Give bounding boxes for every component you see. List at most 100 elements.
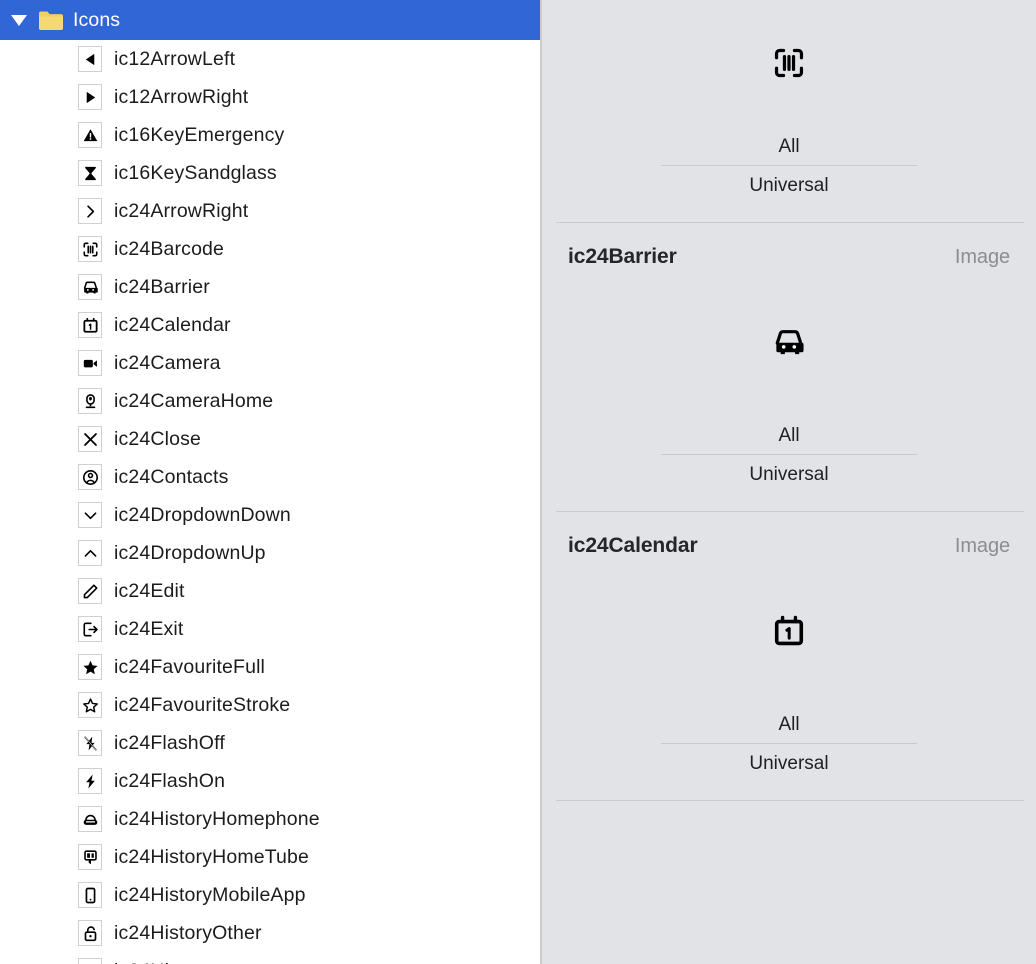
asset-row-label: ic24DropdownDown bbox=[114, 503, 291, 526]
asset-row[interactable]: ic24HistoryMobileApp bbox=[0, 876, 540, 914]
slot-scale-label: All bbox=[778, 425, 800, 446]
asset-row-label: ic24FlashOff bbox=[114, 731, 225, 754]
close-x-icon bbox=[78, 426, 102, 452]
asset-row[interactable]: ic16KeyEmergency bbox=[0, 116, 540, 154]
detail-section[interactable]: ic24Calendar Image All Universal bbox=[542, 512, 1036, 801]
arrow-right-filled-icon bbox=[78, 84, 102, 110]
asset-row[interactable]: ic24Camera bbox=[0, 344, 540, 382]
car-front-icon bbox=[78, 274, 102, 300]
calendar-icon bbox=[78, 312, 102, 338]
asset-row[interactable]: ic24FlashOn bbox=[0, 762, 540, 800]
slot-idiom-label: Universal bbox=[749, 753, 829, 774]
asset-preview-stage[interactable] bbox=[542, 269, 1036, 419]
asset-tree-pane: Icons ic12ArrowLeft ic12ArrowRight ic16Key… bbox=[0, 0, 540, 964]
asset-row[interactable]: ic24DropdownUp bbox=[0, 534, 540, 572]
slot-divider bbox=[661, 165, 917, 166]
asset-row[interactable]: ic24Close bbox=[0, 420, 540, 458]
flash-on-icon bbox=[78, 768, 102, 794]
detail-section-title: ic24Barrier bbox=[568, 245, 677, 268]
folder-icon bbox=[38, 9, 64, 31]
asset-row-label: ic24Edit bbox=[114, 579, 185, 602]
detail-section-kind: Image bbox=[954, 246, 1010, 268]
asset-row[interactable]: ic24Hi bbox=[0, 952, 540, 964]
slot-idiom-label: Universal bbox=[749, 464, 829, 485]
tree-group-icons[interactable]: Icons bbox=[0, 0, 540, 40]
star-filled-icon bbox=[78, 654, 102, 680]
asset-row[interactable]: ic24HistoryHomephone bbox=[0, 800, 540, 838]
asset-row[interactable]: ic24FavouriteFull bbox=[0, 648, 540, 686]
asset-row[interactable]: ic24FavouriteStroke bbox=[0, 686, 540, 724]
calendar-icon bbox=[772, 614, 806, 653]
asset-slot-labels: All Universal bbox=[542, 419, 1036, 498]
triangle-down-icon[interactable] bbox=[8, 9, 30, 31]
detail-section[interactable]: ic24Barrier Image All Universal bbox=[542, 223, 1036, 512]
detail-section-kind: Image bbox=[954, 535, 1010, 557]
asset-row-label: ic24Barcode bbox=[114, 237, 225, 260]
asset-row-label: ic24Contacts bbox=[114, 465, 229, 488]
asset-row-label: ic24Camera bbox=[114, 351, 221, 374]
asset-row[interactable]: ic12ArrowRight bbox=[0, 78, 540, 116]
asset-row-label: ic12ArrowLeft bbox=[114, 47, 236, 70]
asset-row[interactable]: ic24Calendar bbox=[0, 306, 540, 344]
asset-row-label: ic24FavouriteStroke bbox=[114, 693, 291, 716]
asset-row-label: ic24Close bbox=[114, 427, 201, 450]
asset-row[interactable]: ic12ArrowLeft bbox=[0, 40, 540, 78]
home-camera-icon bbox=[78, 388, 102, 414]
asset-row[interactable]: ic24Edit bbox=[0, 572, 540, 610]
slot-divider bbox=[661, 454, 917, 455]
pencil-icon bbox=[78, 578, 102, 604]
flash-off-icon bbox=[78, 730, 102, 756]
warning-triangle-icon bbox=[78, 122, 102, 148]
arrow-left-filled-icon bbox=[78, 46, 102, 72]
detail-section-title: ic24Calendar bbox=[568, 534, 698, 557]
asset-row-label: ic24FlashOn bbox=[114, 769, 226, 792]
asset-detail-pane[interactable]: All Universal ic24Barrier Image All Universal… bbox=[542, 0, 1036, 964]
asset-row[interactable]: ic24HistoryHomeTube bbox=[0, 838, 540, 876]
car-front-icon bbox=[772, 325, 806, 364]
chevron-right-icon bbox=[78, 198, 102, 224]
slot-scale-label: All bbox=[778, 714, 800, 735]
slot-idiom-label: Universal bbox=[749, 175, 829, 196]
asset-row[interactable]: ic24DropdownDown bbox=[0, 496, 540, 534]
exit-door-icon bbox=[78, 616, 102, 642]
asset-row-list[interactable]: ic12ArrowLeft ic12ArrowRight ic16KeyEmerge… bbox=[0, 40, 540, 964]
hourglass-icon bbox=[78, 160, 102, 186]
asset-row-label: ic16KeySandglass bbox=[114, 161, 277, 184]
asset-row[interactable]: ic24Exit bbox=[0, 610, 540, 648]
asset-row-label: ic24Barrier bbox=[114, 275, 210, 298]
contacts-circle-icon bbox=[78, 464, 102, 490]
asset-row-label: ic24CameraHome bbox=[114, 389, 274, 412]
desk-phone-icon bbox=[78, 806, 102, 832]
asset-row-label: ic24HistoryMobileApp bbox=[114, 883, 306, 906]
asset-row[interactable]: ic16KeySandglass bbox=[0, 154, 540, 192]
slot-scale-label: All bbox=[778, 136, 800, 157]
asset-slot-labels: All Universal bbox=[542, 708, 1036, 787]
asset-preview-stage[interactable] bbox=[542, 558, 1036, 708]
star-outline-icon bbox=[78, 692, 102, 718]
asset-slot-labels: All Universal bbox=[542, 130, 1036, 209]
asset-row[interactable]: ic24ArrowRight bbox=[0, 192, 540, 230]
tree-group-label: Icons bbox=[73, 8, 121, 31]
asset-row[interactable]: ic24Contacts bbox=[0, 458, 540, 496]
chevron-up-icon bbox=[78, 540, 102, 566]
asset-row-label: ic24Exit bbox=[114, 617, 184, 640]
asset-row[interactable]: ic24FlashOff bbox=[0, 724, 540, 762]
detail-section[interactable]: All Universal bbox=[542, 0, 1036, 223]
chevron-down-icon bbox=[78, 502, 102, 528]
asset-row-label: ic24HistoryHomephone bbox=[114, 807, 320, 830]
asset-row[interactable]: ic24Barrier bbox=[0, 268, 540, 306]
asset-row[interactable]: ic24HistoryOther bbox=[0, 914, 540, 952]
detail-section-header: ic24Calendar Image bbox=[542, 512, 1036, 558]
asset-row[interactable]: ic24CameraHome bbox=[0, 382, 540, 420]
clipped-icon bbox=[78, 958, 102, 964]
video-camera-icon bbox=[78, 350, 102, 376]
asset-row-label: ic24Hi bbox=[114, 960, 169, 964]
home-tube-icon bbox=[78, 844, 102, 870]
unlocked-padlock-icon bbox=[78, 920, 102, 946]
asset-row-label: ic24Calendar bbox=[114, 313, 231, 336]
asset-preview-stage[interactable] bbox=[542, 0, 1036, 130]
asset-row[interactable]: ic24Barcode bbox=[0, 230, 540, 268]
slot-divider bbox=[661, 743, 917, 744]
asset-row-label: ic24FavouriteFull bbox=[114, 655, 266, 678]
mobile-phone-icon bbox=[78, 882, 102, 908]
